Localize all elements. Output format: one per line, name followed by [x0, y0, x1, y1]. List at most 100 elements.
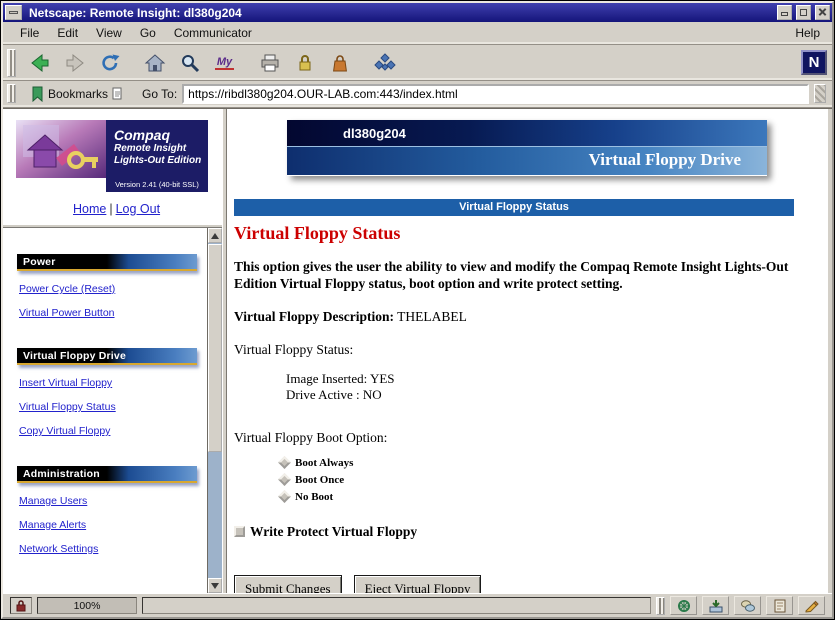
security-icon — [294, 53, 316, 73]
reload-icon — [99, 53, 121, 73]
search-button[interactable] — [172, 48, 207, 78]
component-bar-grip[interactable] — [656, 597, 665, 615]
page-banner: dl380g204 Virtual Floppy Drive — [287, 120, 767, 176]
menu-file[interactable]: File — [11, 23, 48, 43]
boot-option-group: Boot Always Boot Once No Boot — [280, 457, 820, 503]
nav-section-administration: Administration Manage Users Manage Alert… — [17, 466, 207, 555]
quickfile-icon — [112, 87, 123, 100]
composer-component-button[interactable] — [798, 596, 825, 615]
nav-link-insert-virtual-floppy[interactable]: Insert Virtual Floppy — [19, 377, 207, 389]
security-status[interactable] — [10, 597, 32, 614]
session-links: Home| Log Out — [16, 192, 216, 225]
write-protect-checkbox[interactable] — [234, 526, 245, 537]
floppy-description-label: Virtual Floppy Description: — [234, 309, 394, 324]
boot-once-radio[interactable] — [278, 473, 291, 486]
boot-always-radio[interactable] — [278, 456, 291, 469]
sidebar-nav-frame: Power Power Cycle (Reset) Virtual Power … — [3, 228, 222, 593]
my-netscape-button[interactable]: My — [207, 48, 242, 78]
bookmarks-button[interactable]: Bookmarks — [27, 85, 127, 103]
product-line-1: Remote Insight — [114, 143, 204, 155]
inbox-component-button[interactable] — [702, 596, 729, 615]
nav-section-power: Power Power Cycle (Reset) Virtual Power … — [17, 254, 207, 319]
print-icon — [259, 53, 281, 73]
mynetscape-icon: My — [215, 56, 234, 70]
system-menu-button[interactable] — [5, 5, 22, 20]
print-button[interactable] — [252, 48, 287, 78]
no-boot-label: No Boot — [295, 491, 333, 503]
nav-link-network-settings[interactable]: Network Settings — [19, 543, 207, 555]
menu-edit[interactable]: Edit — [48, 23, 87, 43]
sidebar-scrollbar[interactable] — [207, 228, 222, 593]
banner-page-title: Virtual Floppy Drive — [589, 150, 741, 170]
security-button[interactable] — [287, 48, 322, 78]
browser-viewport: Compaq Remote Insight Lights-Out Edition… — [3, 108, 832, 593]
forward-button[interactable] — [57, 48, 92, 78]
submit-changes-button[interactable]: Submit Changes — [234, 575, 342, 593]
whats-related-handle[interactable] — [814, 84, 826, 103]
home-button[interactable] — [137, 48, 172, 78]
floppy-status-label: Virtual Floppy Status: — [234, 342, 820, 358]
reload-button[interactable] — [92, 48, 127, 78]
no-boot-radio[interactable] — [278, 490, 291, 503]
newsgroups-component-button[interactable] — [734, 596, 761, 615]
image-inserted-value: Image Inserted: YES — [286, 371, 820, 387]
logout-link[interactable]: Log Out — [116, 202, 160, 216]
shop-icon — [329, 53, 351, 73]
section-title-bar: Virtual Floppy Status — [234, 199, 794, 216]
home-link[interactable]: Home — [73, 202, 106, 216]
page-heading: Virtual Floppy Status — [234, 223, 820, 244]
banner-top: dl380g204 — [287, 120, 767, 147]
url-input[interactable] — [182, 84, 809, 104]
nav-link-virtual-power-button[interactable]: Virtual Power Button — [19, 307, 207, 319]
menu-communicator[interactable]: Communicator — [165, 23, 261, 43]
title-bar: Netscape: Remote Insight: dl380g204 — [3, 3, 832, 22]
stop-button[interactable] — [367, 48, 402, 78]
intro-text: This option gives the user the ability t… — [234, 259, 796, 292]
scroll-down-button[interactable] — [208, 578, 222, 593]
browser-window: Netscape: Remote Insight: dl380g204 File… — [1, 1, 834, 619]
eject-virtual-floppy-button[interactable]: Eject Virtual Floppy — [354, 575, 482, 593]
home-icon — [144, 53, 166, 73]
nav-link-power-cycle[interactable]: Power Cycle (Reset) — [19, 283, 207, 295]
nav-link-copy-virtual-floppy[interactable]: Copy Virtual Floppy — [19, 425, 207, 437]
boot-always-row: Boot Always — [280, 457, 820, 469]
floppy-status-values: Image Inserted: YES Drive Active : NO — [286, 371, 820, 402]
nav-section-title: Administration — [17, 466, 197, 483]
sidebar-header: Compaq Remote Insight Lights-Out Edition… — [3, 109, 222, 228]
bookmarks-label: Bookmarks — [48, 87, 108, 101]
maximize-button[interactable] — [796, 5, 811, 20]
location-bar-collapse-grip[interactable] — [7, 84, 16, 103]
nav-link-manage-users[interactable]: Manage Users — [19, 495, 207, 507]
nav-link-virtual-floppy-status[interactable]: Virtual Floppy Status — [19, 401, 207, 413]
toolbar-collapse-grip[interactable] — [7, 49, 16, 77]
scrollbar-thumb[interactable] — [208, 244, 222, 452]
version-label: Version 2.41 (40-bit SSL) — [106, 178, 208, 192]
status-message-area — [142, 597, 651, 614]
write-protect-label: Write Protect Virtual Floppy — [250, 524, 417, 540]
close-button[interactable] — [815, 5, 830, 20]
menu-view[interactable]: View — [87, 23, 131, 43]
shop-button[interactable] — [322, 48, 357, 78]
link-separator: | — [109, 202, 112, 216]
navigator-component-button[interactable] — [670, 596, 697, 615]
back-button[interactable] — [22, 48, 57, 78]
search-icon — [179, 53, 201, 73]
nav-link-manage-alerts[interactable]: Manage Alerts — [19, 519, 207, 531]
drive-active-value: Drive Active : NO — [286, 387, 820, 403]
netscape-throbber[interactable]: N — [801, 50, 827, 75]
boot-option-label: Virtual Floppy Boot Option: — [234, 430, 820, 446]
scrollbar-track[interactable] — [208, 243, 222, 578]
server-name: dl380g204 — [343, 126, 406, 141]
logo-wordmark: Compaq Remote Insight Lights-Out Edition — [106, 120, 208, 178]
write-protect-row: Write Protect Virtual Floppy — [234, 524, 820, 540]
banner-bottom: Virtual Floppy Drive — [287, 147, 767, 175]
menu-help[interactable]: Help — [791, 23, 824, 43]
menu-go[interactable]: Go — [131, 23, 165, 43]
addressbook-component-button[interactable] — [766, 596, 793, 615]
boot-always-label: Boot Always — [295, 457, 353, 469]
scroll-up-button[interactable] — [208, 228, 222, 243]
minimize-button[interactable] — [777, 5, 792, 20]
bookmark-icon — [31, 86, 44, 102]
composer-icon — [804, 599, 820, 613]
nav-section-virtual-floppy: Virtual Floppy Drive Insert Virtual Flop… — [17, 348, 207, 437]
